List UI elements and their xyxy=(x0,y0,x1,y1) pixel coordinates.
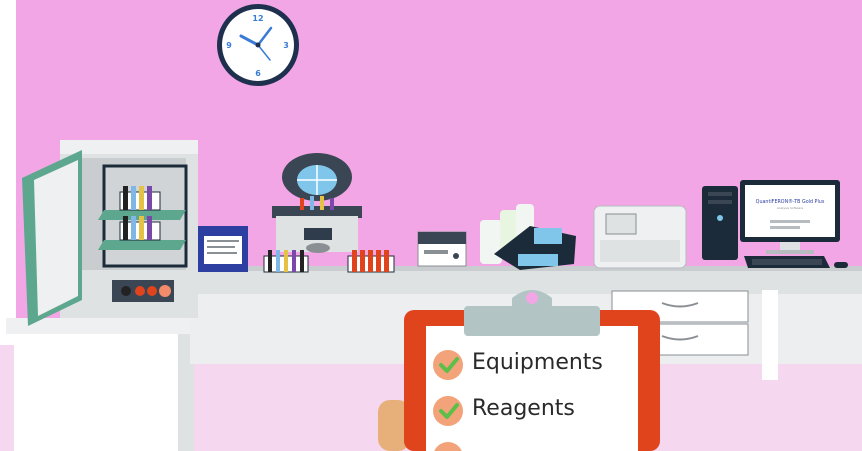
clock-12: 12 xyxy=(252,14,263,23)
checklist-item-reagents: Reagents xyxy=(472,396,575,421)
wall-clock: 12 3 6 9 xyxy=(217,4,299,86)
clock-3: 3 xyxy=(283,41,289,50)
incubator xyxy=(22,140,198,326)
check-circle-1 xyxy=(433,350,463,380)
tube-rack-red xyxy=(347,250,395,273)
keyboard xyxy=(744,256,830,268)
clock-9: 9 xyxy=(226,41,232,50)
tube-rack-left xyxy=(263,250,309,273)
microplate-reader xyxy=(593,205,687,269)
monitor-title: QuantiFERON®-TB Gold Plus xyxy=(756,198,825,205)
check-circle-2 xyxy=(433,396,463,426)
side-counter xyxy=(6,318,196,451)
lab-scene: 12 3 6 9 QuantiFERON®-TB Gold Plus Analy… xyxy=(0,0,862,451)
monitor-subtitle: Analysis Software xyxy=(777,206,804,210)
clock-6: 6 xyxy=(255,69,261,78)
plate-shaker xyxy=(417,231,467,267)
computer-mouse xyxy=(834,262,848,268)
checklist-item-equipments: Equipments xyxy=(472,350,603,375)
reagent-kit-box xyxy=(198,226,248,272)
computer-tower xyxy=(702,186,738,260)
